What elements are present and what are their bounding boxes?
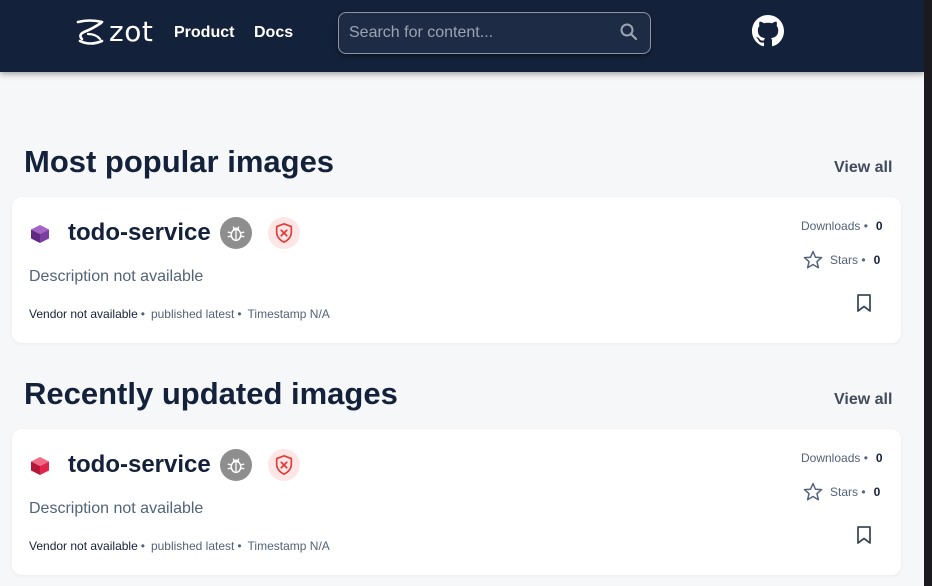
package-cube-icon: [31, 457, 49, 475]
bookmark-icon[interactable]: [855, 293, 873, 313]
nav-product-link[interactable]: Product: [174, 24, 234, 42]
zot-logo[interactable]: zot: [74, 14, 154, 48]
scrollbar[interactable]: [924, 0, 932, 586]
unverified-shield-icon: [275, 222, 293, 244]
stars-count: 0: [873, 253, 881, 267]
signature-badge[interactable]: [268, 449, 300, 481]
bug-icon: [227, 458, 245, 474]
image-description: Description not available: [29, 500, 204, 517]
downloads-count: 0: [875, 451, 883, 465]
stars-stat: Stars • 0: [802, 481, 880, 503]
downloads-stat: Downloads • 0: [801, 451, 883, 465]
view-all-popular-link[interactable]: View all: [834, 159, 892, 177]
star-icon[interactable]: [802, 249, 824, 271]
section-title-recent: Recently updated images: [24, 376, 398, 411]
stars-count: 0: [873, 485, 881, 499]
image-description: Description not available: [29, 268, 204, 285]
zot-logo-icon: [76, 19, 104, 45]
version-label: published latest: [150, 539, 235, 553]
github-icon[interactable]: [752, 15, 784, 47]
bookmark-icon[interactable]: [855, 525, 873, 545]
stars-stat: Stars • 0: [802, 249, 880, 271]
image-metadata: Vendor not available • published latest • …: [29, 307, 330, 321]
unverified-shield-icon: [275, 454, 293, 476]
version-label: published latest: [150, 307, 235, 321]
view-all-recent-link[interactable]: View all: [834, 391, 892, 409]
nav-docs-link[interactable]: Docs: [254, 24, 293, 42]
search-icon[interactable]: [619, 22, 639, 42]
timestamp-label: Timestamp N/A: [247, 307, 330, 321]
downloads-label: Downloads: [801, 451, 861, 465]
vulnerability-badge[interactable]: [220, 449, 252, 481]
vulnerability-badge[interactable]: [220, 217, 252, 249]
downloads-stat: Downloads • 0: [801, 219, 883, 233]
star-icon[interactable]: [802, 481, 824, 503]
logo-text: zot: [109, 14, 154, 48]
image-metadata: Vendor not available • published latest • …: [29, 539, 330, 553]
timestamp-label: Timestamp N/A: [247, 539, 330, 553]
stars-label: Stars: [830, 253, 859, 267]
section-title-popular: Most popular images: [24, 144, 335, 179]
image-card[interactable]: todo-service Description not available V…: [12, 429, 901, 575]
top-navigation-bar: zot Product Docs: [0, 0, 924, 72]
downloads-label: Downloads: [801, 219, 861, 233]
image-name[interactable]: todo-service: [68, 451, 211, 479]
image-card[interactable]: todo-service Description not available V…: [12, 197, 901, 343]
search-input[interactable]: [349, 22, 609, 44]
signature-badge[interactable]: [268, 217, 300, 249]
downloads-count: 0: [875, 219, 883, 233]
bug-icon: [227, 226, 245, 242]
image-name[interactable]: todo-service: [68, 219, 211, 247]
vendor-label: Vendor not available: [29, 307, 138, 321]
vendor-label: Vendor not available: [29, 539, 138, 553]
stars-label: Stars: [830, 485, 859, 499]
search-box: [338, 12, 651, 54]
package-cube-icon: [31, 225, 49, 243]
